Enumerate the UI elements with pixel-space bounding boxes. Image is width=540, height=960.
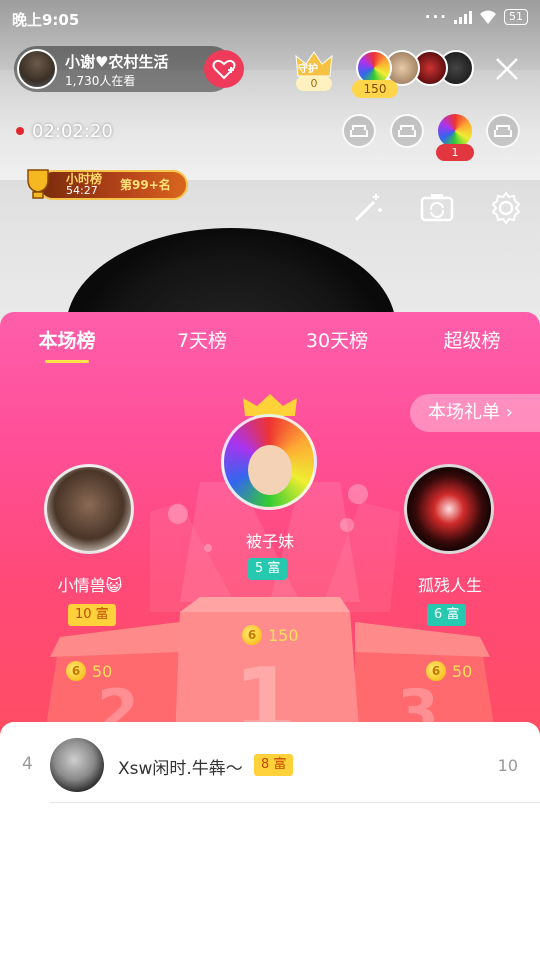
mic-seats: 1 [342, 114, 520, 161]
flip-camera-button[interactable] [419, 190, 455, 226]
magic-wand-button[interactable] [350, 190, 386, 226]
camera-flip-icon [420, 194, 454, 222]
live-timer: 02:02:20 [32, 121, 113, 142]
host-avatar[interactable] [17, 49, 57, 89]
host-info[interactable]: 小谢♥农村生活 1,730人在看 [14, 46, 244, 92]
empty-seat[interactable] [342, 114, 376, 148]
signal-icon [454, 10, 472, 24]
list-name: Xsw闲时.牛犇～ [118, 759, 243, 779]
first-place-avatar[interactable] [221, 414, 317, 510]
close-button[interactable] [492, 54, 522, 84]
magic-wand-icon [354, 194, 382, 222]
occupied-seat[interactable]: 1 [436, 114, 474, 161]
first-place-name: 被子妹 [245, 532, 294, 551]
wifi-icon [480, 10, 496, 24]
online-count: 150 [352, 80, 398, 98]
rank-index: 4 [22, 754, 33, 774]
third-place-coin-value: 50 [452, 661, 473, 681]
hourly-rank-position: 第99+名 [120, 178, 171, 192]
viewer-count: 1,730人在看 [65, 74, 136, 88]
more-dots-icon: ··· [424, 8, 448, 26]
coin-icon: 6 [242, 625, 262, 645]
close-icon [496, 58, 518, 80]
second-place-name: 小情兽😺 [57, 576, 123, 595]
ranking-panel: 本场榜 7天榜 30天榜 超级榜 本场礼单 › 1 2 3 被子妹 5 富 6 … [0, 312, 540, 742]
avatar-face [248, 445, 292, 495]
guard-badge[interactable]: 守护 0 [290, 50, 338, 92]
hourly-rank-badge[interactable]: 小时榜 54:27 第99+名 [18, 164, 190, 204]
trophy-icon [27, 169, 49, 199]
host-name: 小谢♥农村生活 [65, 53, 169, 71]
first-place-coin-value: 150 [268, 625, 299, 645]
sofa-icon [494, 125, 512, 137]
second-place-avatar[interactable] [44, 464, 134, 554]
list-item[interactable]: 4 Xsw闲时.牛犇～ 8 富 10 [0, 734, 540, 794]
second-place-coins: 6 50 [66, 661, 112, 681]
second-place-coin-value: 50 [92, 661, 113, 681]
hourly-rank-time: 54:27 [66, 184, 98, 197]
coin-icon: 6 [426, 661, 446, 681]
second-place-wealth-badge: 10 富 [68, 604, 116, 626]
rank-list: 4 Xsw闲时.牛犇～ 8 富 10 [0, 722, 540, 960]
third-place-wealth-badge: 6 富 [427, 604, 467, 626]
settings-button[interactable] [488, 190, 524, 226]
first-place-coins: 6 150 [242, 625, 299, 645]
sofa-icon [398, 125, 416, 137]
wealth-badge: 8 富 [254, 754, 294, 776]
empty-seat[interactable] [390, 114, 424, 148]
empty-seat[interactable] [486, 114, 520, 148]
divider [50, 802, 540, 803]
list-score: 10 [497, 756, 518, 775]
battery-icon: 51 [504, 9, 528, 25]
seat-number: 1 [436, 144, 474, 161]
list-avatar[interactable] [50, 738, 104, 792]
seat-avatar [438, 114, 472, 148]
third-place-coins: 6 50 [426, 661, 472, 681]
first-place-wealth-badge: 5 富 [248, 558, 288, 580]
third-place-avatar[interactable] [404, 464, 494, 554]
guard-label: 守护 [298, 64, 318, 75]
live-dot [16, 127, 24, 135]
third-place-name: 孤残人生 [417, 576, 482, 595]
gear-icon [491, 191, 521, 225]
status-bar: 晚上9:05 ··· 51 [0, 0, 540, 36]
status-time: 晚上9:05 [12, 11, 80, 29]
status-indicators: ··· 51 [425, 8, 528, 26]
coin-icon: 6 [66, 661, 86, 681]
follow-button[interactable] [204, 50, 244, 88]
sofa-icon [350, 125, 368, 137]
guard-count: 0 [296, 76, 332, 91]
heart-plus-icon [212, 59, 236, 80]
